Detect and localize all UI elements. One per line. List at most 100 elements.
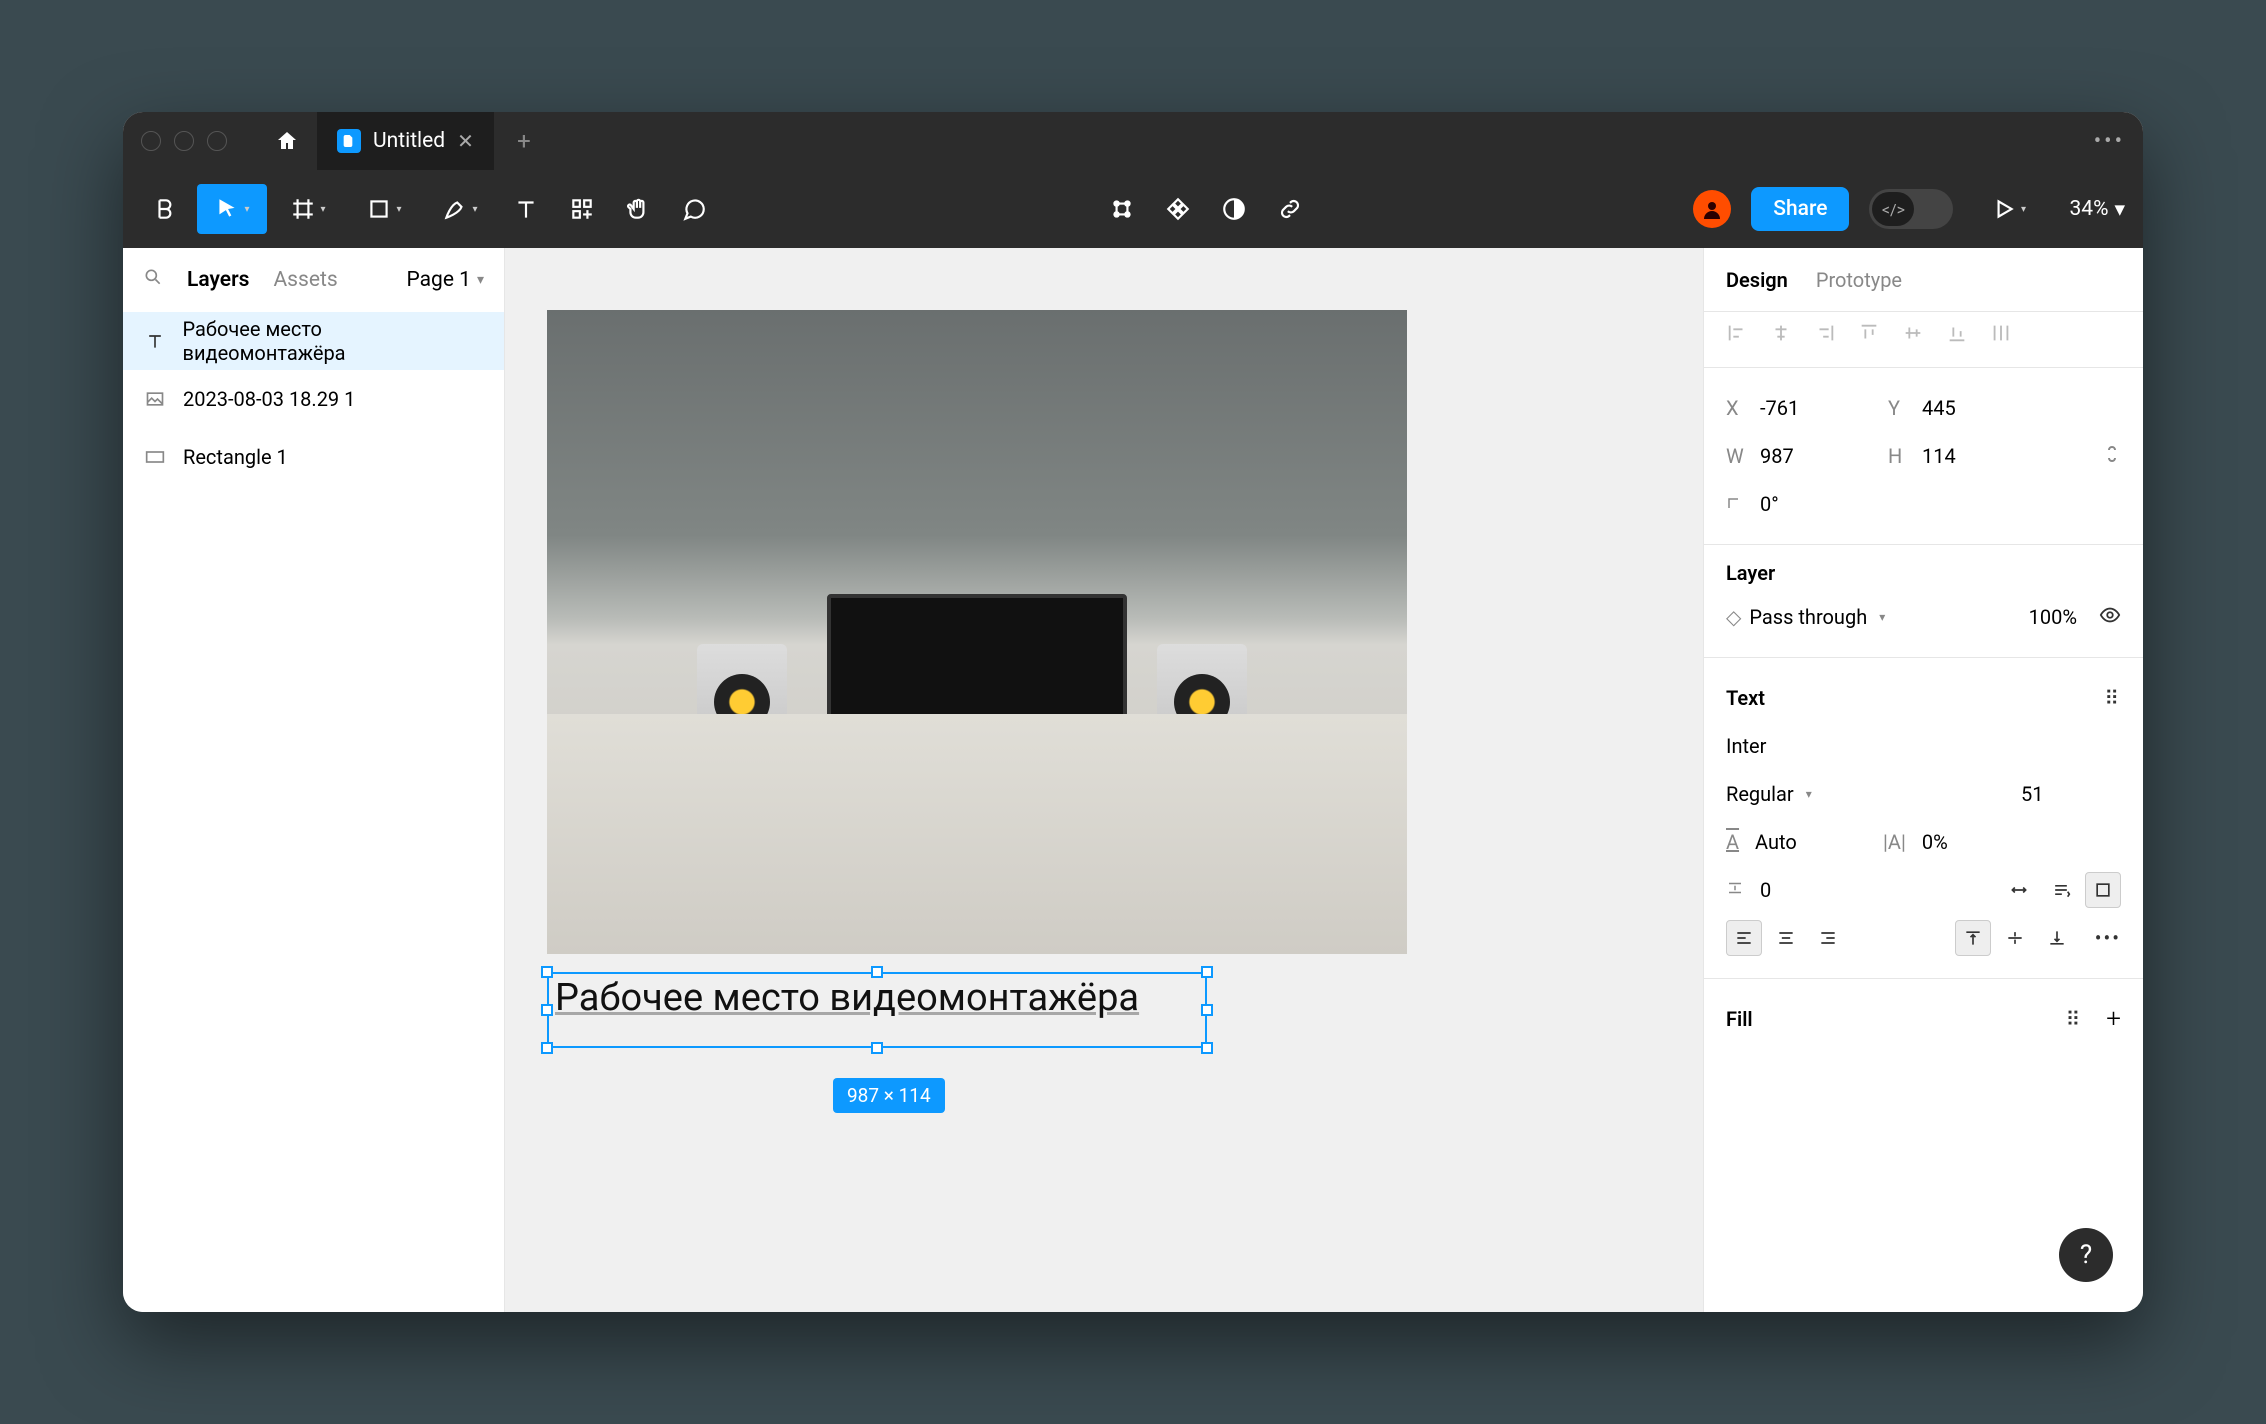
text-valign-middle-icon[interactable] xyxy=(1997,920,2033,956)
text-align-left-icon[interactable] xyxy=(1726,920,1762,956)
y-input[interactable]: 445 xyxy=(1922,396,2042,420)
app-window: Untitled ✕ + ••• ▾ ▾ ▾ ▾ xyxy=(123,112,2143,1312)
hand-tool[interactable] xyxy=(613,184,663,234)
home-button[interactable] xyxy=(257,112,317,170)
share-button[interactable]: Share xyxy=(1751,187,1849,231)
line-height-input[interactable]: Auto xyxy=(1755,830,1875,854)
letter-spacing-input[interactable]: 0% xyxy=(1922,830,1948,854)
main-menu-button[interactable] xyxy=(141,184,191,234)
photo-desk xyxy=(547,714,1407,954)
text-align-center-icon[interactable] xyxy=(1768,920,1804,956)
paragraph-spacing-input[interactable]: 0 xyxy=(1760,878,1880,902)
layer-item-image[interactable]: 2023-08-03 18.29 1 xyxy=(123,370,504,428)
add-fill-icon[interactable]: + xyxy=(2106,1004,2121,1034)
selection-dimensions-badge: 987 × 114 xyxy=(833,1078,945,1113)
fixed-size-icon[interactable] xyxy=(2085,872,2121,908)
resize-handle-br[interactable] xyxy=(1201,1042,1213,1054)
resize-handle-ml[interactable] xyxy=(541,1004,553,1016)
assets-tab[interactable]: Assets xyxy=(273,268,337,292)
app-menu-button[interactable]: ••• xyxy=(2094,129,2125,154)
new-tab-button[interactable]: + xyxy=(494,127,554,155)
mask-tool[interactable] xyxy=(1153,184,1203,234)
letter-spacing-icon: |A| xyxy=(1883,830,1906,854)
rotation-input[interactable]: 0° xyxy=(1760,492,1880,516)
layer-section-title: Layer xyxy=(1726,561,2121,585)
design-tab[interactable]: Design xyxy=(1726,268,1788,292)
font-size-input[interactable]: 51 xyxy=(2021,782,2121,806)
zoom-value: 34% xyxy=(2069,197,2108,221)
right-panel: Design Prototype X-761 Y445 W987 H xyxy=(1703,248,2143,1312)
align-top-icon[interactable] xyxy=(1858,322,1880,349)
text-align-right-icon[interactable] xyxy=(1810,920,1846,956)
image-layer-icon xyxy=(143,389,167,409)
align-bottom-icon[interactable] xyxy=(1946,322,1968,349)
frame-tool[interactable]: ▾ xyxy=(273,184,343,234)
search-icon[interactable] xyxy=(143,267,163,293)
fill-styles-icon[interactable]: ⠿ xyxy=(2066,1007,2083,1031)
resize-handle-tl[interactable] xyxy=(541,966,553,978)
blend-mode-select[interactable]: Pass through xyxy=(1749,605,1867,629)
close-window[interactable] xyxy=(141,131,161,151)
link-tool[interactable] xyxy=(1265,184,1315,234)
maximize-window[interactable] xyxy=(207,131,227,151)
align-right-icon[interactable] xyxy=(1814,322,1836,349)
w-input[interactable]: 987 xyxy=(1760,444,1880,468)
h-input[interactable]: 114 xyxy=(1922,444,2042,468)
layer-item-rect[interactable]: Rectangle 1 xyxy=(123,428,504,486)
file-tab[interactable]: Untitled ✕ xyxy=(317,112,494,170)
minimize-window[interactable] xyxy=(174,131,194,151)
align-vcenter-icon[interactable] xyxy=(1902,322,1924,349)
layer-item-text[interactable]: Рабочее место видеомонтажёра xyxy=(123,312,504,370)
resources-tool[interactable] xyxy=(557,184,607,234)
resize-handle-tr[interactable] xyxy=(1201,966,1213,978)
blend-mode-icon[interactable]: ◇ xyxy=(1726,605,1741,629)
shape-tool[interactable]: ▾ xyxy=(349,184,419,234)
font-family-select[interactable]: Inter xyxy=(1726,734,1766,758)
fill-section-title: Fill xyxy=(1726,1007,1753,1031)
layers-tab[interactable]: Layers xyxy=(187,268,249,292)
left-panel: Layers Assets Page 1▾ Рабочее место виде… xyxy=(123,248,505,1312)
text-settings-icon[interactable]: ⠿ xyxy=(2104,686,2121,710)
canvas[interactable]: Рабочее место видеомонтажёра 987 × 114 xyxy=(505,248,1703,1312)
window-controls xyxy=(141,131,227,151)
component-tool[interactable] xyxy=(1097,184,1147,234)
x-input[interactable]: -761 xyxy=(1760,396,1880,420)
canvas-image[interactable] xyxy=(547,310,1407,954)
user-avatar[interactable] xyxy=(1693,190,1731,228)
move-tool[interactable]: ▾ xyxy=(197,184,267,234)
text-valign-top-icon[interactable] xyxy=(1955,920,1991,956)
opacity-input[interactable]: 100% xyxy=(2029,605,2077,629)
dev-mode-toggle[interactable]: </> xyxy=(1869,189,1953,229)
align-hcenter-icon[interactable] xyxy=(1770,322,1792,349)
resize-handle-mr[interactable] xyxy=(1201,1004,1213,1016)
boolean-tool[interactable] xyxy=(1209,184,1259,234)
resize-handle-bl[interactable] xyxy=(541,1042,553,1054)
text-section-title: Text xyxy=(1726,686,1765,710)
auto-width-icon[interactable] xyxy=(2001,872,2037,908)
text-more-icon[interactable]: ••• xyxy=(2095,926,2121,950)
w-label: W xyxy=(1726,444,1752,468)
layer-label: Рабочее место видеомонтажёра xyxy=(183,317,484,365)
close-tab-icon[interactable]: ✕ xyxy=(457,129,474,153)
visibility-icon[interactable] xyxy=(2099,604,2121,631)
prototype-tab[interactable]: Prototype xyxy=(1816,268,1902,292)
auto-height-icon[interactable] xyxy=(2043,872,2079,908)
pen-tool[interactable]: ▾ xyxy=(425,184,495,234)
font-weight-select[interactable]: Regular xyxy=(1726,782,1794,806)
toolbar: ▾ ▾ ▾ ▾ xyxy=(123,170,2143,248)
help-button[interactable]: ? xyxy=(2059,1228,2113,1282)
distribute-icon[interactable] xyxy=(1990,322,2012,349)
resize-handle-tm[interactable] xyxy=(871,966,883,978)
constrain-proportions-icon[interactable] xyxy=(2103,442,2121,471)
text-valign-bottom-icon[interactable] xyxy=(2039,920,2075,956)
x-label: X xyxy=(1726,396,1752,420)
comment-tool[interactable] xyxy=(669,184,719,234)
selected-text-layer[interactable]: Рабочее место видеомонтажёра xyxy=(547,972,1207,1048)
text-tool[interactable] xyxy=(501,184,551,234)
align-left-icon[interactable] xyxy=(1726,322,1748,349)
page-selector[interactable]: Page 1▾ xyxy=(406,268,484,292)
zoom-control[interactable]: 34%▾ xyxy=(2069,197,2125,222)
layer-label: 2023-08-03 18.29 1 xyxy=(183,387,355,411)
present-button[interactable]: ▾ xyxy=(1973,184,2043,234)
resize-handle-bm[interactable] xyxy=(871,1042,883,1054)
